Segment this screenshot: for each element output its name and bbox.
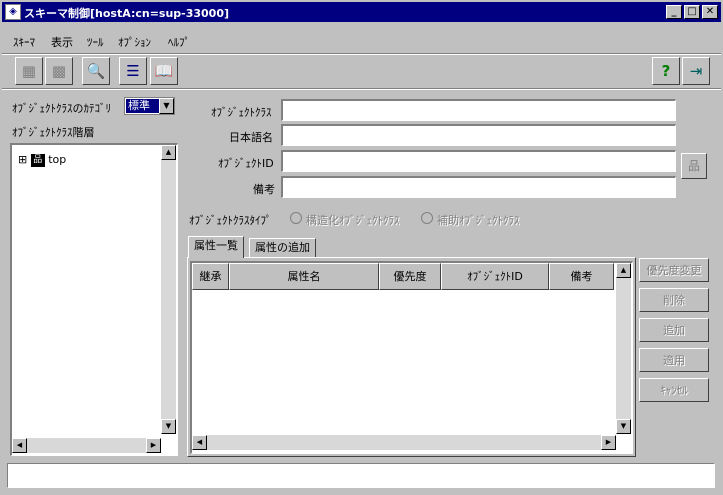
change-priority-button[interactable]: 優先度変更: [639, 258, 709, 282]
new-class-tool-button[interactable]: ▦: [15, 57, 43, 85]
tree-search-icon: 🔍: [86, 62, 106, 80]
tree-vertical-scrollbar[interactable]: [161, 145, 176, 434]
search-class-tool-button[interactable]: 🔍: [82, 57, 110, 85]
expand-icon[interactable]: ⊞: [18, 153, 27, 166]
book-tool-button[interactable]: 📖: [150, 57, 178, 85]
add-button[interactable]: 追加: [639, 318, 709, 342]
exit-tool-button[interactable]: ⇥: [682, 57, 710, 85]
cancel-button[interactable]: ｷｬﾝｾﾙ: [639, 378, 709, 402]
toolbar-separator: [2, 88, 721, 90]
category-value: 標準: [126, 99, 159, 113]
table-horizontal-scrollbar[interactable]: [192, 435, 616, 450]
category-label: ｵﾌﾞｼﾞｪｸﾄｸﾗｽのｶﾃｺﾞﾘ: [12, 102, 111, 115]
object-id-input[interactable]: [281, 150, 676, 172]
scroll-down-icon[interactable]: ▼: [161, 419, 176, 434]
scroll-right-icon[interactable]: ▶: [146, 438, 161, 453]
column-header-object-id[interactable]: ｵﾌﾞｼﾞｪｸﾄID: [441, 263, 549, 290]
hierarchy-label: ｵﾌﾞｼﾞｪｸﾄｸﾗｽ階層: [12, 126, 95, 139]
app-icon[interactable]: ◈: [5, 4, 21, 20]
delete-button[interactable]: 削除: [639, 288, 709, 312]
menu-help[interactable]: ﾍﾙﾌﾟ: [168, 34, 190, 50]
hierarchy-icon: 品: [687, 159, 700, 173]
list-tool-button[interactable]: ☰: [119, 57, 147, 85]
maximize-button[interactable]: □: [684, 5, 700, 19]
japanese-name-input[interactable]: [281, 124, 676, 146]
column-header-note[interactable]: 備考: [549, 263, 614, 290]
auxiliary-class-label: 補助ｵﾌﾞｼﾞｪｸﾄｸﾗｽ: [437, 214, 520, 227]
apply-button[interactable]: 適用: [639, 348, 709, 372]
tree-horizontal-scrollbar[interactable]: [12, 438, 161, 453]
menu-tools[interactable]: ﾂｰﾙ: [87, 34, 104, 50]
exit-door-icon: ⇥: [689, 62, 703, 80]
scroll-down-icon[interactable]: ▼: [616, 419, 631, 434]
object-class-label: ｵﾌﾞｼﾞｪｸﾄｸﾗｽ: [211, 106, 272, 119]
tree-node-label: top: [48, 153, 67, 166]
menu-separator: [2, 53, 721, 55]
scroll-left-icon[interactable]: ◀: [192, 435, 207, 450]
scroll-up-icon[interactable]: ▲: [161, 145, 176, 160]
column-header-priority[interactable]: 優先度: [379, 263, 441, 290]
column-header-attribute-name[interactable]: 属性名: [229, 263, 379, 290]
table-vertical-scrollbar[interactable]: [616, 263, 631, 434]
scroll-left-icon[interactable]: ◀: [12, 438, 27, 453]
list-icon: ☰: [126, 62, 140, 80]
book-icon: 📖: [154, 62, 174, 80]
grid-x-icon: ▩: [51, 62, 67, 80]
status-bar: [7, 463, 715, 488]
delete-class-tool-button[interactable]: ▩: [45, 57, 73, 85]
structural-class-radio[interactable]: [290, 212, 302, 224]
object-class-input[interactable]: [281, 99, 676, 121]
grid-plus-icon: ▦: [21, 62, 37, 80]
tab-add-attribute[interactable]: 属性の追加: [249, 238, 316, 258]
menu-schema[interactable]: ｽｷｰﾏ: [13, 34, 35, 50]
menu-view[interactable]: 表示: [51, 34, 73, 50]
title-bar[interactable]: ◈ スキーマ制御[hostA:cn=sup-33000] _ □ ✕: [2, 2, 721, 22]
class-type-label: ｵﾌﾞｼﾞｪｸﾄｸﾗｽﾀｲﾌﾟ: [189, 214, 272, 227]
window-title: スキーマ制御[hostA:cn=sup-33000]: [24, 7, 230, 20]
scroll-right-icon[interactable]: ▶: [601, 435, 616, 450]
structural-class-label: 構造化ｵﾌﾞｼﾞｪｸﾄｸﾗｽ: [306, 214, 400, 227]
auxiliary-class-radio[interactable]: [421, 212, 433, 224]
menu-options[interactable]: ｵﾌﾟｼｮﾝ: [118, 34, 151, 50]
minimize-button[interactable]: _: [666, 5, 682, 19]
object-id-browse-button[interactable]: 品: [681, 153, 707, 179]
tree-node-top[interactable]: ⊞ 品 top: [18, 153, 66, 167]
note-input[interactable]: [281, 176, 676, 198]
menu-bar: ｽｷｰﾏ 表示 ﾂｰﾙ ｵﾌﾟｼｮﾝ ﾍﾙﾌﾟ: [2, 30, 721, 52]
column-header-inherit[interactable]: 継承: [192, 263, 229, 290]
scroll-up-icon[interactable]: ▲: [616, 263, 631, 278]
japanese-name-label: 日本語名: [229, 131, 273, 144]
close-button[interactable]: ✕: [702, 5, 718, 19]
class-tree-view[interactable]: ⊞ 品 top ▲ ▼ ◀ ▶: [10, 143, 178, 456]
note-label: 備考: [253, 183, 275, 196]
hierarchy-icon: 品: [30, 153, 45, 167]
category-select[interactable]: 標準 ▼: [124, 97, 175, 115]
tab-attribute-list[interactable]: 属性一覧: [188, 236, 244, 258]
chevron-down-icon[interactable]: ▼: [159, 98, 174, 114]
help-icon: ?: [661, 62, 671, 80]
help-tool-button[interactable]: ?: [652, 57, 680, 85]
object-id-label: ｵﾌﾞｼﾞｪｸﾄID: [218, 157, 274, 170]
